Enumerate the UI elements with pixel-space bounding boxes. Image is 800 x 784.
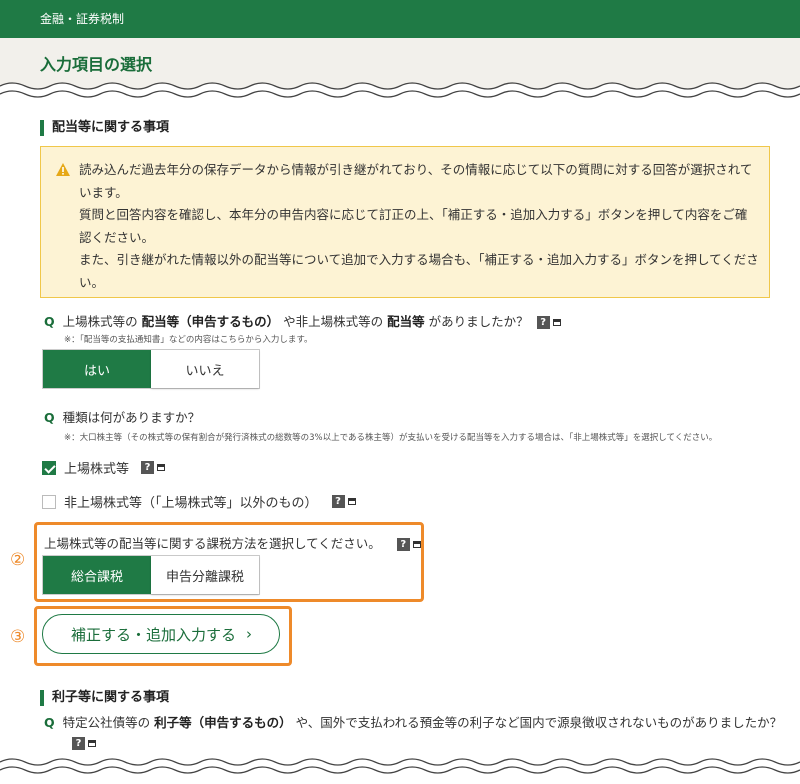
question-bold-text: 配当等（申告するもの） bbox=[141, 314, 280, 329]
checkbox-label: 上場株式等 bbox=[64, 462, 130, 477]
question-text: 上場株式等の bbox=[62, 314, 138, 329]
checkbox-checked[interactable] bbox=[42, 460, 56, 475]
question-types: Q 種類は何がありますか？ bbox=[44, 407, 200, 426]
question-text: や非上場株式等の bbox=[283, 314, 384, 329]
new-window-icon[interactable] bbox=[347, 498, 356, 505]
new-window-icon[interactable] bbox=[88, 740, 96, 747]
question-bold-text: 利子等（申告するもの） bbox=[154, 715, 292, 730]
checkbox-unlisted-stocks[interactable]: 非上場株式等（「上場株式等」以外のもの） ? bbox=[42, 492, 356, 511]
checkbox-unchecked[interactable] bbox=[42, 494, 56, 509]
notice-line-2: 質問と回答内容を確認し、本年分の申告内容に応じて訂正の上、「補正する・追加入力す… bbox=[79, 207, 748, 245]
comprehensive-taxation-button[interactable]: 総合課税 bbox=[43, 556, 151, 594]
yes-button[interactable]: はい bbox=[43, 350, 151, 388]
question-dividends-note: ※：「配当等の支払通知書」などの内容はこちらから入力します。 bbox=[64, 335, 313, 345]
question-interest: Q 特定公社債等の 利子等（申告するもの） や、国外で支払われる預金等の利子など国… bbox=[44, 712, 782, 731]
interest-section-heading: 利子等に関する事項 bbox=[40, 690, 169, 706]
notice-line-3: また、引き継がれた情報以外の配当等について追加で入力する場合も、「補正する・追加… bbox=[79, 252, 759, 290]
checkbox-listed-stocks[interactable]: 上場株式等 ? bbox=[42, 458, 166, 477]
new-window-icon[interactable] bbox=[412, 541, 421, 548]
question-mark-label: Q bbox=[44, 314, 55, 329]
help-icon[interactable]: ? bbox=[72, 737, 85, 750]
question-text: や、国外で支払われる預金等の利子など国内で源泉徴収されないものがありましたか？ bbox=[295, 715, 783, 730]
annotation-number-2: ② bbox=[10, 550, 26, 570]
checkbox-label: 非上場株式等（「上場株式等」以外のもの） bbox=[64, 496, 318, 511]
question-text: がありましたか？ bbox=[428, 314, 529, 329]
dividend-section-heading: 配当等に関する事項 bbox=[40, 120, 169, 136]
warning-triangle-icon bbox=[56, 163, 70, 176]
question-mark-label: Q bbox=[44, 715, 55, 730]
help-icon[interactable]: ? bbox=[141, 461, 155, 474]
separate-taxation-button[interactable]: 申告分離課税 bbox=[151, 556, 259, 594]
question-types-note: ※：大口株主等（その株式等の保有割合が発行済株式の総数等の3%以上である株主等）… bbox=[64, 433, 718, 443]
new-window-icon[interactable] bbox=[157, 464, 166, 471]
help-icon[interactable]: ? bbox=[396, 538, 410, 551]
prompt-text: 上場株式等の配当等に関する課税方法を選択してください。 bbox=[44, 536, 381, 551]
chevron-right-icon: › bbox=[246, 625, 253, 643]
annotation-number-3: ③ bbox=[10, 627, 26, 647]
correct-add-input-button[interactable]: 補正する・追加入力する › bbox=[42, 614, 280, 654]
question-mark-label: Q bbox=[44, 410, 55, 425]
category-label: 金融・証券税制 bbox=[40, 12, 125, 26]
page-title: 入力項目の選択 bbox=[40, 55, 153, 74]
taxation-method-prompt: 上場株式等の配当等に関する課税方法を選択してください。 ? bbox=[44, 533, 421, 552]
question-text: 種類は何がありますか？ bbox=[62, 410, 201, 425]
taxation-method-toggle: 総合課税 申告分離課税 bbox=[42, 555, 260, 595]
interest-help-icons: ? bbox=[68, 733, 96, 752]
help-icon[interactable]: ? bbox=[331, 495, 345, 508]
no-button[interactable]: いいえ bbox=[151, 350, 259, 388]
button-label: 補正する・追加入力する bbox=[71, 625, 237, 644]
top-bar: 金融・証券税制 bbox=[0, 0, 800, 38]
notice-line-1: 読み込んだ過去年分の保存データから情報が引き継がれており、その情報に応じて以下の… bbox=[79, 162, 753, 200]
wavy-divider-top bbox=[0, 76, 800, 98]
dividends-yes-no-toggle: はい いいえ bbox=[42, 349, 260, 389]
help-icon[interactable]: ? bbox=[536, 316, 550, 329]
question-dividends: Q 上場株式等の 配当等（申告するもの） や非上場株式等の 配当等 がありましたか… bbox=[44, 311, 561, 330]
inherited-data-notice: 読み込んだ過去年分の保存データから情報が引き継がれており、その情報に応じて以下の… bbox=[40, 146, 770, 298]
question-text: 特定公社債等の bbox=[62, 715, 151, 730]
question-bold-text: 配当等 bbox=[387, 314, 425, 329]
wavy-divider-bottom bbox=[0, 758, 800, 774]
new-window-icon[interactable] bbox=[552, 319, 561, 326]
